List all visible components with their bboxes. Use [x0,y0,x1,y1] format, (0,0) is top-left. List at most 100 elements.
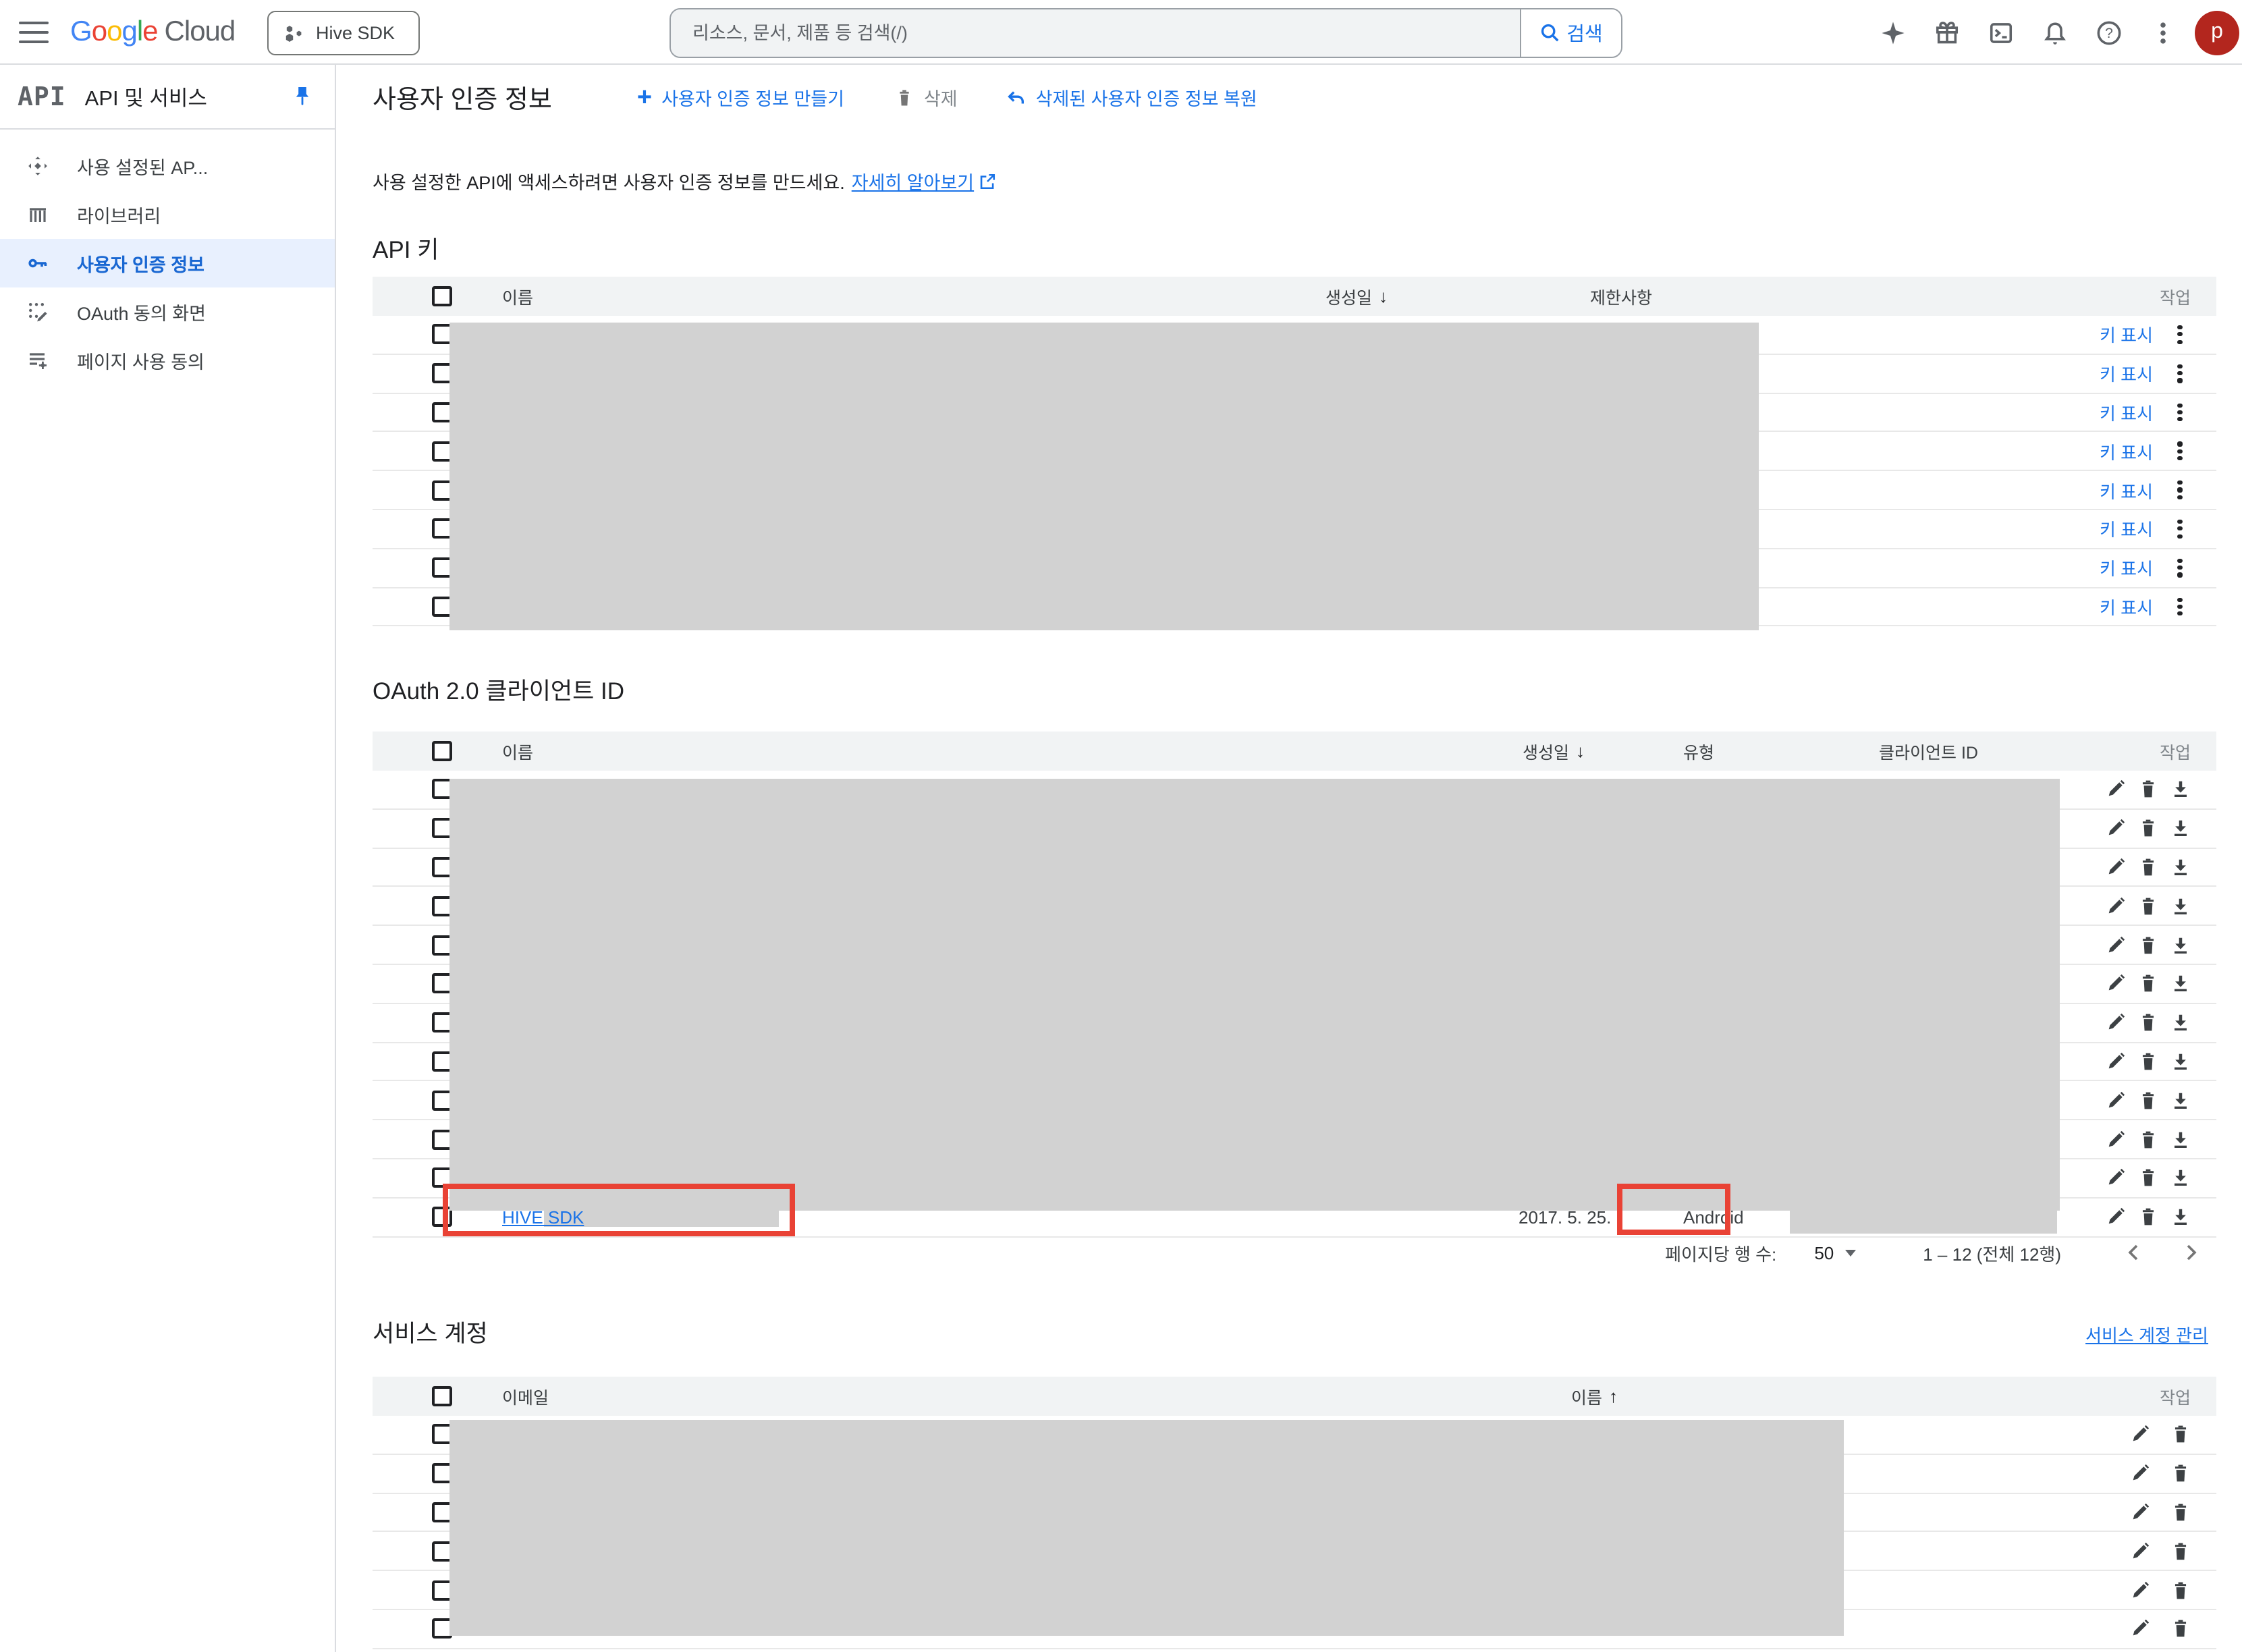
edit-icon[interactable] [2104,817,2126,839]
show-key-link[interactable]: 키 표시 [2100,322,2153,348]
show-key-link[interactable]: 키 표시 [2100,439,2153,464]
gemini-sparkle-icon[interactable] [1865,5,1919,59]
download-icon[interactable] [2169,779,2191,800]
column-header-created[interactable]: 생성일 ↓ [1523,732,1585,771]
search-input[interactable] [671,9,1520,57]
edit-icon[interactable] [2129,1579,2150,1601]
help-icon[interactable]: ? [2081,5,2135,59]
row-menu-icon[interactable] [2169,479,2191,501]
show-key-link[interactable]: 키 표시 [2100,400,2153,425]
menu-icon[interactable] [18,19,50,46]
delete-icon[interactable] [2169,1618,2191,1640]
edit-icon[interactable] [2129,1424,2150,1446]
column-header-type[interactable]: 유형 [1683,732,1714,771]
gift-icon[interactable] [1919,5,1973,59]
delete-icon[interactable] [2137,973,2158,995]
edit-icon[interactable] [2104,1090,2126,1111]
column-header-client-id[interactable]: 클라이언트 ID [1879,732,1978,771]
delete-icon[interactable] [2137,1051,2158,1072]
more-options-icon[interactable] [2135,5,2189,59]
sidebar-item-credentials[interactable]: 사용자 인증 정보 [0,239,335,287]
download-icon[interactable] [2169,934,2191,956]
row-menu-icon[interactable] [2169,362,2191,384]
download-icon[interactable] [2169,1128,2191,1150]
edit-icon[interactable] [2104,934,2126,956]
delete-icon[interactable] [2169,1424,2191,1446]
next-page-icon[interactable] [2172,1234,2210,1271]
delete-icon[interactable] [2169,1541,2191,1562]
download-icon[interactable] [2169,1206,2191,1228]
select-all-checkbox[interactable] [432,286,452,306]
delete-button[interactable]: 삭제 [896,84,958,111]
delete-icon[interactable] [2137,1167,2158,1189]
column-header-name[interactable]: 이름 ↑ [1571,1377,1618,1416]
row-menu-icon[interactable] [2169,596,2191,617]
sidebar-item-page-usage[interactable]: 페이지 사용 동의 [0,336,335,385]
edit-icon[interactable] [2104,1128,2126,1150]
project-selector[interactable]: Hive SDK [267,11,420,55]
edit-icon[interactable] [2104,973,2126,995]
avatar[interactable]: p [2195,10,2239,55]
column-header-email[interactable]: 이메일 [502,1377,549,1416]
delete-icon[interactable] [2137,817,2158,839]
delete-icon[interactable] [2137,934,2158,956]
show-key-link[interactable]: 키 표시 [2100,477,2153,503]
delete-icon[interactable] [2137,896,2158,917]
edit-icon[interactable] [2129,1541,2150,1562]
select-all-checkbox[interactable] [432,741,452,761]
edit-icon[interactable] [2129,1618,2150,1640]
show-key-link[interactable]: 키 표시 [2100,516,2153,542]
edit-icon[interactable] [2129,1462,2150,1484]
column-header-restrictions[interactable]: 제한사항 [1590,277,1652,316]
client-name-link[interactable]: HIVE SDK [502,1207,584,1227]
rows-per-page-select[interactable]: 50 [1814,1242,1855,1263]
edit-icon[interactable] [2104,1206,2126,1228]
row-menu-icon[interactable] [2169,518,2191,540]
download-icon[interactable] [2169,817,2191,839]
cloud-shell-icon[interactable] [1973,5,2027,59]
sidebar-item-oauth-consent[interactable]: OAuth 동의 화면 [0,287,335,336]
edit-icon[interactable] [2104,1167,2126,1189]
edit-icon[interactable] [2104,1012,2126,1033]
download-icon[interactable] [2169,1051,2191,1072]
download-icon[interactable] [2169,973,2191,995]
row-menu-icon[interactable] [2169,402,2191,423]
learn-more-link[interactable]: 자세히 알아보기 [852,167,995,194]
row-menu-icon[interactable] [2169,557,2191,578]
sidebar-item-library[interactable]: 라이브러리 [0,190,335,239]
select-all-checkbox[interactable] [432,1386,452,1406]
edit-icon[interactable] [2104,1051,2126,1072]
column-header-name[interactable]: 이름 [502,732,533,771]
google-cloud-logo[interactable]: Google Cloud [70,0,235,65]
edit-icon[interactable] [2104,896,2126,917]
download-icon[interactable] [2169,1012,2191,1033]
download-icon[interactable] [2169,896,2191,917]
column-header-created[interactable]: 생성일 ↓ [1325,277,1388,316]
edit-icon[interactable] [2104,779,2126,800]
create-credentials-button[interactable]: + 사용자 인증 정보 만들기 [637,84,844,111]
delete-icon[interactable] [2137,856,2158,878]
restore-credentials-button[interactable]: 삭제된 사용자 인증 정보 복원 [1006,84,1257,111]
download-icon[interactable] [2169,856,2191,878]
notifications-bell-icon[interactable] [2027,5,2081,59]
sidebar-item-enabled-apis[interactable]: 사용 설정된 AP... [0,142,335,190]
delete-icon[interactable] [2169,1462,2191,1484]
show-key-link[interactable]: 키 표시 [2100,360,2153,386]
search-button[interactable]: 검색 [1520,9,1621,57]
edit-icon[interactable] [2129,1502,2150,1523]
manage-service-accounts-link[interactable]: 서비스 계정 관리 [2085,1321,2208,1347]
row-menu-icon[interactable] [2169,324,2191,346]
column-header-name[interactable]: 이름 [502,277,533,316]
delete-icon[interactable] [2137,1012,2158,1033]
show-key-link[interactable]: 키 표시 [2100,555,2153,580]
delete-icon[interactable] [2137,1090,2158,1111]
previous-page-icon[interactable] [2115,1234,2153,1271]
delete-icon[interactable] [2169,1502,2191,1523]
download-icon[interactable] [2169,1090,2191,1111]
edit-icon[interactable] [2104,856,2126,878]
delete-icon[interactable] [2137,1206,2158,1228]
row-menu-icon[interactable] [2169,441,2191,462]
delete-icon[interactable] [2137,1128,2158,1150]
delete-icon[interactable] [2169,1579,2191,1601]
delete-icon[interactable] [2137,779,2158,800]
